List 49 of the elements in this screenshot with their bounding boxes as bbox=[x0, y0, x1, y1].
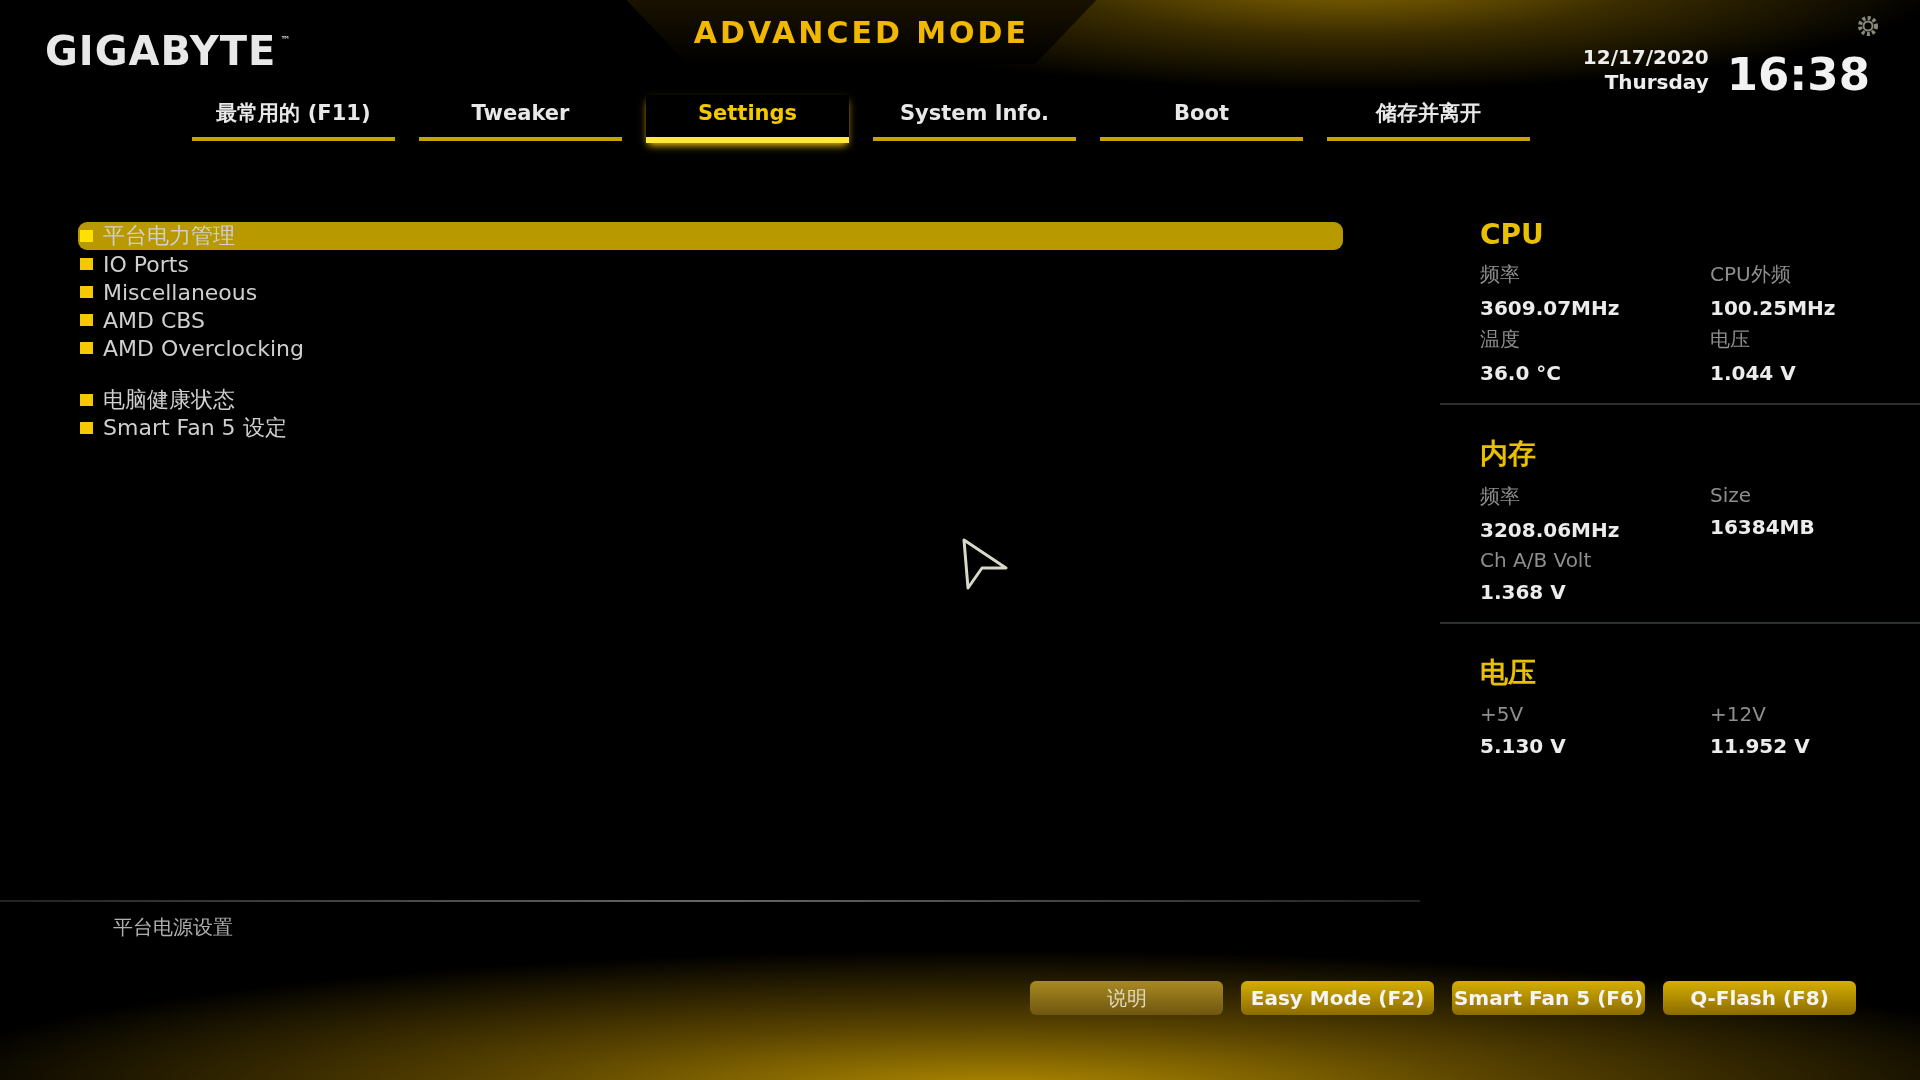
menu-item[interactable]: IO Ports bbox=[78, 250, 1343, 278]
help-text: 平台电源设置 bbox=[113, 914, 233, 941]
trademark: ™ bbox=[280, 34, 292, 45]
reading-value: 100.25MHz bbox=[1710, 296, 1837, 320]
advanced-mode-title: ADVANCED MODE bbox=[626, 0, 1097, 64]
tab[interactable]: Settings bbox=[646, 95, 849, 143]
reading-value: 5.130 V bbox=[1480, 734, 1567, 758]
menu-item[interactable]: Miscellaneous bbox=[78, 278, 1343, 306]
bullet-icon bbox=[80, 422, 93, 434]
reading-value: 1.044 V bbox=[1710, 361, 1797, 385]
reading-value: 3609.07MHz bbox=[1480, 296, 1621, 320]
menu-item[interactable]: Smart Fan 5 设定 bbox=[78, 414, 1343, 442]
settings-icon[interactable] bbox=[1856, 14, 1880, 38]
section-title: 内存 bbox=[1480, 436, 1537, 472]
section-title: 电压 bbox=[1480, 655, 1537, 691]
bullet-icon bbox=[80, 342, 93, 354]
cursor-icon bbox=[962, 538, 1008, 590]
reading-label: 电压 bbox=[1710, 326, 1751, 353]
reading-label: CPU外频 bbox=[1710, 261, 1792, 288]
tab[interactable]: 储存并离开 bbox=[1327, 95, 1530, 141]
reading-label: +5V bbox=[1480, 702, 1525, 726]
gigabyte-logo: GIGABYTE™ bbox=[45, 28, 292, 74]
date-text: 12/17/2020 bbox=[1582, 45, 1709, 70]
section-title: CPU bbox=[1480, 218, 1545, 251]
reading-value: 16384MB bbox=[1710, 515, 1816, 539]
reading-value: 1.368 V bbox=[1480, 580, 1567, 604]
bullet-icon bbox=[80, 286, 93, 298]
reading-value: 36.0 °C bbox=[1480, 361, 1562, 385]
tab[interactable]: 最常用的 (F11) bbox=[192, 95, 395, 141]
menu-item[interactable]: AMD CBS bbox=[78, 306, 1343, 334]
tab[interactable]: System Info. bbox=[873, 95, 1076, 141]
reading-value: 3208.06MHz bbox=[1480, 518, 1621, 542]
menu-item[interactable]: AMD Overclocking bbox=[78, 334, 1343, 362]
bullet-icon bbox=[80, 230, 93, 242]
reading-label: 频率 bbox=[1480, 483, 1521, 510]
tab[interactable]: Tweaker bbox=[419, 95, 622, 141]
weekday-text: Thursday bbox=[1604, 70, 1709, 95]
bullet-icon bbox=[80, 394, 93, 406]
reading-label: Ch A/B Volt bbox=[1480, 548, 1593, 572]
clock-time: 16:38 bbox=[1726, 48, 1870, 101]
bullet-icon bbox=[80, 314, 93, 326]
menu-item[interactable]: 电脑健康状态 bbox=[78, 386, 1343, 414]
tab[interactable]: Boot bbox=[1100, 95, 1303, 141]
bullet-icon bbox=[80, 258, 93, 270]
reading-value: 11.952 V bbox=[1710, 734, 1811, 758]
reading-label: 频率 bbox=[1480, 261, 1521, 288]
reading-label: Size bbox=[1710, 483, 1753, 507]
reading-label: 温度 bbox=[1480, 326, 1521, 353]
reading-label: +12V bbox=[1710, 702, 1767, 726]
